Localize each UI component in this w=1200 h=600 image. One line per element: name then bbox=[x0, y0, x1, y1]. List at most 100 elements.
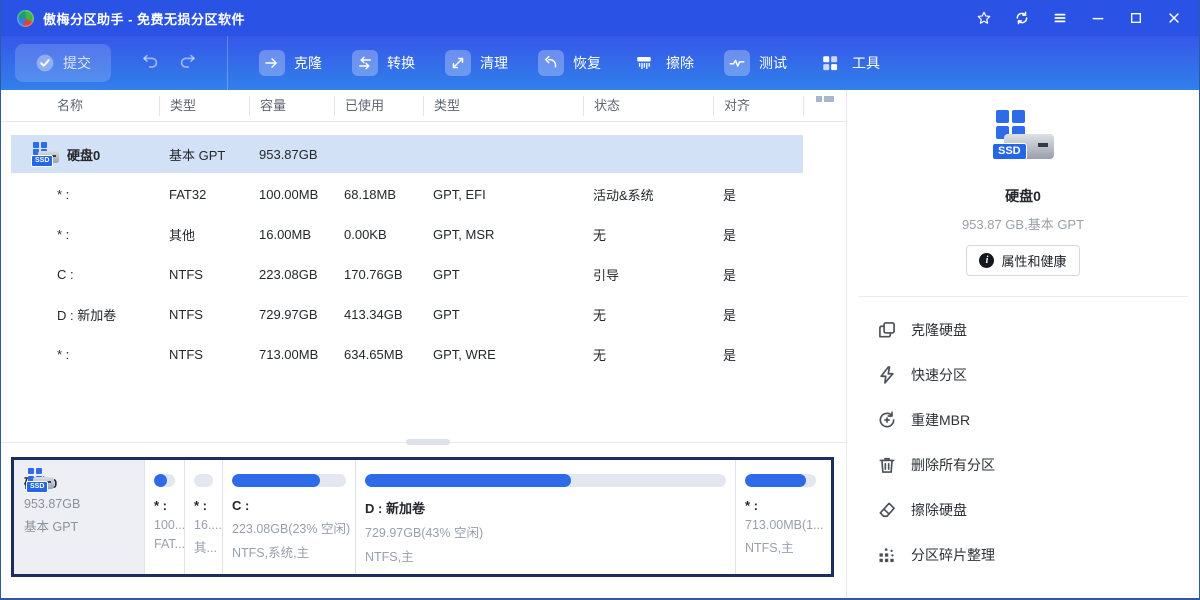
ssd-disk-icon-large: SSD bbox=[988, 110, 1058, 172]
table-row-partition[interactable]: * :FAT32100.00MB68.18MBGPT, EFI活动&系统是 bbox=[1, 174, 846, 214]
partition-name: D : 新加卷 bbox=[365, 498, 726, 517]
toolbar-items: 克隆 转换 清理 恢复 擦除 测试 工具 bbox=[244, 36, 895, 90]
sidebar-action-label: 克隆硬盘 bbox=[911, 320, 967, 340]
column-header[interactable]: 类型 bbox=[423, 96, 583, 116]
table-row-partition[interactable]: * :NTFS713.00MB634.65MBGPT, WRE无是 bbox=[1, 334, 846, 374]
partition-fs: NTFS,主 bbox=[745, 537, 816, 556]
toolbar-item-recover[interactable]: 恢复 bbox=[523, 36, 616, 90]
disk-map-partition[interactable]: * : 713.00MB(1... NTFS,主 bbox=[735, 460, 825, 574]
properties-health-button[interactable]: i 属性和健康 bbox=[966, 245, 1079, 276]
disk-map: SSD 硬盘0 953.87GB 基本 GPT * : 100... FAT..… bbox=[11, 457, 834, 577]
sidebar-action-wipe-disk[interactable]: 擦除硬盘 bbox=[847, 487, 1199, 532]
tools-icon bbox=[817, 50, 843, 76]
column-header[interactable]: 容量 bbox=[249, 96, 334, 116]
cell-capacity: 16.00MB bbox=[249, 227, 334, 242]
table-row-disk[interactable]: SSD 硬盘0 基本 GPT 953.87GB bbox=[1, 134, 846, 174]
cell-part_type: GPT, WRE bbox=[423, 347, 583, 362]
disk-map-header[interactable]: SSD 硬盘0 953.87GB 基本 GPT bbox=[14, 460, 144, 574]
disk-name: 硬盘0 bbox=[67, 145, 100, 164]
favorite-star-icon[interactable] bbox=[969, 5, 999, 31]
cell-part_type: GPT bbox=[423, 307, 583, 322]
toolbar-item-label: 清理 bbox=[480, 53, 508, 73]
disk-map-partition[interactable]: C : 223.08GB(23% 空闲) NTFS,系统,主 bbox=[222, 460, 355, 574]
toolbar-item-clone[interactable]: 克隆 bbox=[244, 36, 337, 90]
partition-fs: 其... bbox=[194, 537, 213, 556]
disk-map-partition[interactable]: D : 新加卷 729.97GB(43% 空闲) NTFS,主 bbox=[355, 460, 735, 574]
cell-name: * : bbox=[1, 187, 159, 202]
disk-map-partition[interactable]: * : 16.... 其... bbox=[184, 460, 222, 574]
cell-type: NTFS bbox=[159, 347, 249, 362]
table-row-partition[interactable]: * :其他16.00MB0.00KBGPT, MSR无是 bbox=[1, 214, 846, 254]
cell-used: 0.00KB bbox=[334, 227, 423, 242]
toolbar-item-label: 恢复 bbox=[573, 53, 601, 73]
toolbar: 提交 克隆 转换 清理 恢复 擦除 测试 工具 bbox=[1, 36, 1199, 90]
submit-button[interactable]: 提交 bbox=[15, 44, 111, 82]
usage-bar bbox=[365, 474, 726, 487]
quick-partition-icon bbox=[877, 365, 897, 385]
toolbar-separator bbox=[227, 36, 228, 90]
clean-icon bbox=[445, 50, 471, 76]
sidebar-action-defrag[interactable]: 分区碎片整理 bbox=[847, 532, 1199, 577]
partition-name: C : bbox=[232, 498, 346, 513]
column-header[interactable]: 已使用 bbox=[334, 96, 423, 116]
sidebar-action-label: 快速分区 bbox=[911, 365, 967, 385]
ssd-disk-icon: SSD bbox=[29, 141, 59, 168]
sidebar-action-delete-all-partitions[interactable]: 删除所有分区 bbox=[847, 442, 1199, 487]
column-header[interactable]: 类型 bbox=[159, 96, 249, 116]
convert-icon bbox=[352, 50, 378, 76]
toolbar-item-test[interactable]: 测试 bbox=[709, 36, 802, 90]
menu-icon[interactable] bbox=[1045, 5, 1075, 31]
disk-map-partitions: * : 100... FAT... * : 16.... 其... C : 22… bbox=[144, 460, 825, 574]
usage-bar bbox=[154, 474, 175, 487]
delete-all-partitions-icon bbox=[877, 455, 897, 475]
undo-icon[interactable] bbox=[141, 52, 160, 74]
table-row-partition[interactable]: D : 新加卷NTFS729.97GB413.34GBGPT无是 bbox=[1, 294, 846, 334]
usage-bar bbox=[232, 474, 346, 487]
redo-icon[interactable] bbox=[178, 52, 197, 74]
info-icon: i bbox=[979, 253, 994, 268]
cell-name: C : bbox=[1, 267, 159, 282]
maximize-icon[interactable] bbox=[1121, 5, 1151, 31]
table-row-partition[interactable]: C :NTFS223.08GB170.76GBGPT引导是 bbox=[1, 254, 846, 294]
sidebar-action-rebuild-mbr[interactable]: 重建MBR bbox=[847, 397, 1199, 442]
divider-drag-handle[interactable] bbox=[406, 439, 450, 445]
wipe-disk-icon bbox=[877, 500, 897, 520]
toolbar-item-tools[interactable]: 工具 bbox=[802, 36, 895, 90]
app-logo-icon bbox=[17, 10, 34, 27]
cell-aligned: 是 bbox=[713, 305, 803, 324]
cell-name: * : bbox=[1, 347, 159, 362]
partition-size: 729.97GB(43% 空闲) bbox=[365, 522, 726, 541]
partition-fs: FAT... bbox=[154, 537, 175, 551]
partition-size: 100... bbox=[154, 518, 175, 532]
toolbar-item-convert[interactable]: 转换 bbox=[337, 36, 430, 90]
list-view-icon[interactable] bbox=[803, 96, 846, 116]
disk-map-type: 基本 GPT bbox=[24, 516, 134, 535]
sidebar-action-clone-disk[interactable]: 克隆硬盘 bbox=[847, 307, 1199, 352]
defrag-icon bbox=[877, 545, 897, 565]
partition-name: * : bbox=[154, 498, 175, 513]
toolbar-item-label: 克隆 bbox=[294, 53, 322, 73]
column-header[interactable]: 名称 bbox=[1, 96, 159, 116]
cell-part_type: GPT, MSR bbox=[423, 227, 583, 242]
cell-capacity: 223.08GB bbox=[249, 267, 334, 282]
sidebar-action-quick-partition[interactable]: 快速分区 bbox=[847, 352, 1199, 397]
table-header: 名称类型容量已使用类型状态对齐 bbox=[1, 90, 846, 122]
erase-icon bbox=[631, 50, 657, 76]
sidebar-actions: 克隆硬盘 快速分区 重建MBR 删除所有分区 擦除硬盘 分区碎片整理 bbox=[847, 297, 1199, 587]
cell-type: 其他 bbox=[159, 225, 249, 244]
column-header[interactable]: 对齐 bbox=[713, 96, 803, 116]
partition-fs: NTFS,主 bbox=[365, 546, 726, 565]
toolbar-item-erase[interactable]: 擦除 bbox=[616, 36, 709, 90]
cell-capacity: 729.97GB bbox=[249, 307, 334, 322]
minimize-icon[interactable] bbox=[1083, 5, 1113, 31]
close-icon[interactable] bbox=[1159, 5, 1189, 31]
cell-used: 413.34GB bbox=[334, 307, 423, 322]
window-title: 傲梅分区助手 - 免费无损分区软件 bbox=[43, 9, 245, 28]
disk-map-partition[interactable]: * : 100... FAT... bbox=[144, 460, 184, 574]
refresh-icon[interactable] bbox=[1007, 5, 1037, 31]
column-header[interactable]: 状态 bbox=[583, 96, 713, 116]
properties-health-label: 属性和健康 bbox=[1001, 251, 1066, 270]
disk-map-capacity: 953.87GB bbox=[24, 497, 134, 511]
cell-status: 无 bbox=[583, 225, 713, 244]
toolbar-item-clean[interactable]: 清理 bbox=[430, 36, 523, 90]
